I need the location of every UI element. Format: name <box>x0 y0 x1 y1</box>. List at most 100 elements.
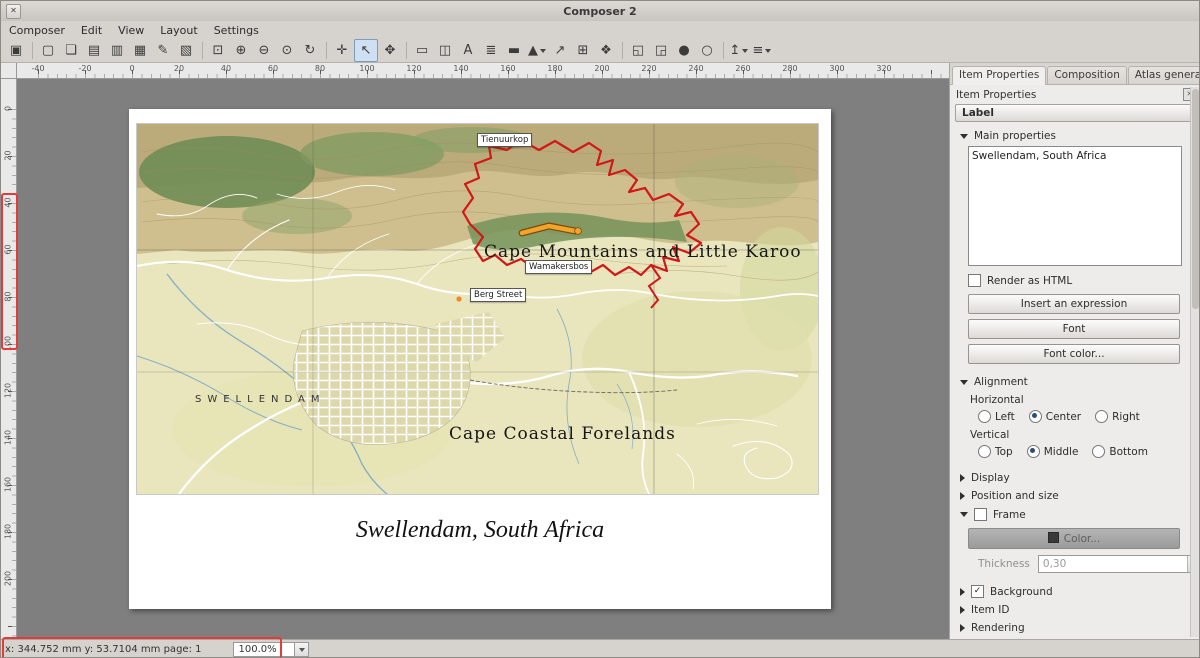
map-callout-tienuurkop: Tienuurkop <box>477 133 532 147</box>
insert-expression-button[interactable]: Insert an expression <box>968 294 1180 314</box>
select-move-item-button[interactable]: ↖ <box>354 39 378 62</box>
thickness-input[interactable] <box>1039 556 1187 572</box>
section-position-and-size[interactable]: Position and size <box>950 486 1200 504</box>
horizontal-alignment-radios: Left Center Right <box>950 407 1200 425</box>
frame-checkbox-icon[interactable] <box>974 508 987 521</box>
radio-label: Left <box>995 411 1015 423</box>
toolbar-separator <box>326 42 327 59</box>
ungroup-items-button[interactable]: ◲ <box>650 40 672 61</box>
tab-composition[interactable]: Composition <box>1047 66 1127 84</box>
section-alignment[interactable]: Alignment <box>950 372 1200 390</box>
composer-manager-button[interactable]: ▤ <box>83 40 105 61</box>
zoom-full-button[interactable]: ⊡ <box>207 40 229 61</box>
dropdown-arrow-icon <box>299 648 305 652</box>
thickness-spinbox <box>1038 555 1200 573</box>
menu-edit[interactable]: Edit <box>73 22 110 39</box>
render-as-html-checkbox[interactable]: Render as HTML <box>950 270 1200 289</box>
section-display[interactable]: Display <box>950 468 1200 486</box>
export-image-button[interactable]: ▦ <box>129 40 151 61</box>
ruler-mark: 280 <box>782 64 797 73</box>
toolbar-separator <box>622 42 623 59</box>
expander-closed-icon <box>960 624 965 632</box>
add-arrow-button[interactable]: ↗ <box>549 40 571 61</box>
save-project-button[interactable]: ▣ <box>5 40 27 61</box>
duplicate-composer-button[interactable]: ❏ <box>60 40 82 61</box>
group-items-icon: ◱ <box>632 44 644 57</box>
section-item-id[interactable]: Item ID <box>950 600 1200 618</box>
zoom-value[interactable]: 100.0% <box>233 642 295 657</box>
section-frame[interactable]: Frame <box>950 504 1200 523</box>
radio-middle[interactable]: Middle <box>1027 445 1079 458</box>
radio-icon <box>978 410 991 423</box>
expander-open-icon <box>960 134 968 139</box>
scrollbar-thumb[interactable] <box>1192 89 1199 309</box>
export-pdf-button[interactable]: ▧ <box>175 40 197 61</box>
panel-scrollbar[interactable] <box>1190 87 1200 637</box>
zoom-out-button[interactable]: ⊖ <box>253 40 275 61</box>
menu-view[interactable]: View <box>110 22 152 39</box>
radio-top[interactable]: Top <box>978 445 1013 458</box>
menu-layout[interactable]: Layout <box>152 22 205 39</box>
font-color-button[interactable]: Font color... <box>968 344 1180 364</box>
ruler-mark: 200 <box>594 64 609 73</box>
font-button[interactable]: Font <box>968 319 1180 339</box>
export-svg-icon: ✎ <box>158 44 169 57</box>
section-rendering[interactable]: Rendering <box>950 618 1200 636</box>
background-checkbox-icon[interactable] <box>971 585 984 598</box>
move-content-icon: ✥ <box>385 44 396 57</box>
pan-tool-button[interactable]: ✛ <box>331 40 353 61</box>
refresh-icon: ↻ <box>305 44 316 57</box>
ruler-mark: 80 <box>4 287 13 307</box>
add-shape-button[interactable]: ▲ <box>526 40 548 61</box>
ruler-mark: -20 <box>78 64 91 73</box>
export-image-icon: ▦ <box>134 44 146 57</box>
horizontal-ruler: -40 -20 0 20 40 60 80 100 120 140 160 18… <box>17 63 949 79</box>
ruler-mark: 180 <box>4 522 13 542</box>
zoom-combo[interactable]: 100.0% <box>233 642 309 657</box>
add-legend-button[interactable]: ≣ <box>480 40 502 61</box>
radio-right[interactable]: Right <box>1095 410 1140 423</box>
align-items-button[interactable]: ≡ <box>751 40 773 61</box>
ruler-mark: 120 <box>4 381 13 401</box>
zoom-actual-button[interactable]: ⊙ <box>276 40 298 61</box>
label-text-area[interactable]: Swellendam, South Africa <box>968 146 1182 266</box>
menu-settings[interactable]: Settings <box>206 22 267 39</box>
raise-items-icon: ↥ <box>730 44 741 57</box>
tab-item-properties[interactable]: Item Properties <box>952 66 1046 85</box>
radio-bottom[interactable]: Bottom <box>1092 445 1148 458</box>
section-background[interactable]: Background <box>950 581 1200 600</box>
menu-composer[interactable]: Composer <box>1 22 73 39</box>
map-item[interactable]: SWELLENDAM Tienuurkop Wamakersbos Berg S… <box>136 123 819 495</box>
add-html-frame-button[interactable]: ❖ <box>595 40 617 61</box>
move-item-content-button[interactable]: ✥ <box>379 40 401 61</box>
section-main-properties[interactable]: Main properties <box>950 126 1200 144</box>
thickness-row: Thickness <box>978 555 1200 573</box>
export-svg-button[interactable]: ✎ <box>152 40 174 61</box>
add-scalebar-button[interactable]: ▬ <box>503 40 525 61</box>
add-image-button[interactable]: ◫ <box>434 40 456 61</box>
ruler-mark: 120 <box>406 64 421 73</box>
expander-closed-icon <box>960 474 965 482</box>
lock-items-button[interactable]: ● <box>673 40 695 61</box>
radio-left[interactable]: Left <box>978 410 1015 423</box>
tab-atlas-generation[interactable]: Atlas generation <box>1128 66 1200 84</box>
lock-icon: ● <box>678 44 689 57</box>
raise-items-button[interactable]: ↥ <box>728 40 750 61</box>
zoom-dropdown-button[interactable] <box>295 642 309 657</box>
print-button[interactable]: ▥ <box>106 40 128 61</box>
zoom-in-button[interactable]: ⊕ <box>230 40 252 61</box>
map-title-label[interactable]: Swellendam, South Africa <box>129 517 831 544</box>
refresh-view-button[interactable]: ↻ <box>299 40 321 61</box>
radio-icon <box>1092 445 1105 458</box>
composition-page[interactable]: SWELLENDAM Tienuurkop Wamakersbos Berg S… <box>129 109 831 609</box>
window-title: Composer 2 <box>1 5 1199 18</box>
add-map-button[interactable]: ▭ <box>411 40 433 61</box>
frame-color-button[interactable]: Color... <box>968 528 1180 549</box>
add-attribute-table-button[interactable]: ⊞ <box>572 40 594 61</box>
radio-center[interactable]: Center <box>1029 410 1081 423</box>
composer-canvas[interactable]: SWELLENDAM Tienuurkop Wamakersbos Berg S… <box>17 79 949 639</box>
group-items-button[interactable]: ◱ <box>627 40 649 61</box>
add-label-button[interactable]: A <box>457 40 479 61</box>
new-composer-button[interactable]: ▢ <box>37 40 59 61</box>
unlock-items-button[interactable]: ○ <box>696 40 718 61</box>
